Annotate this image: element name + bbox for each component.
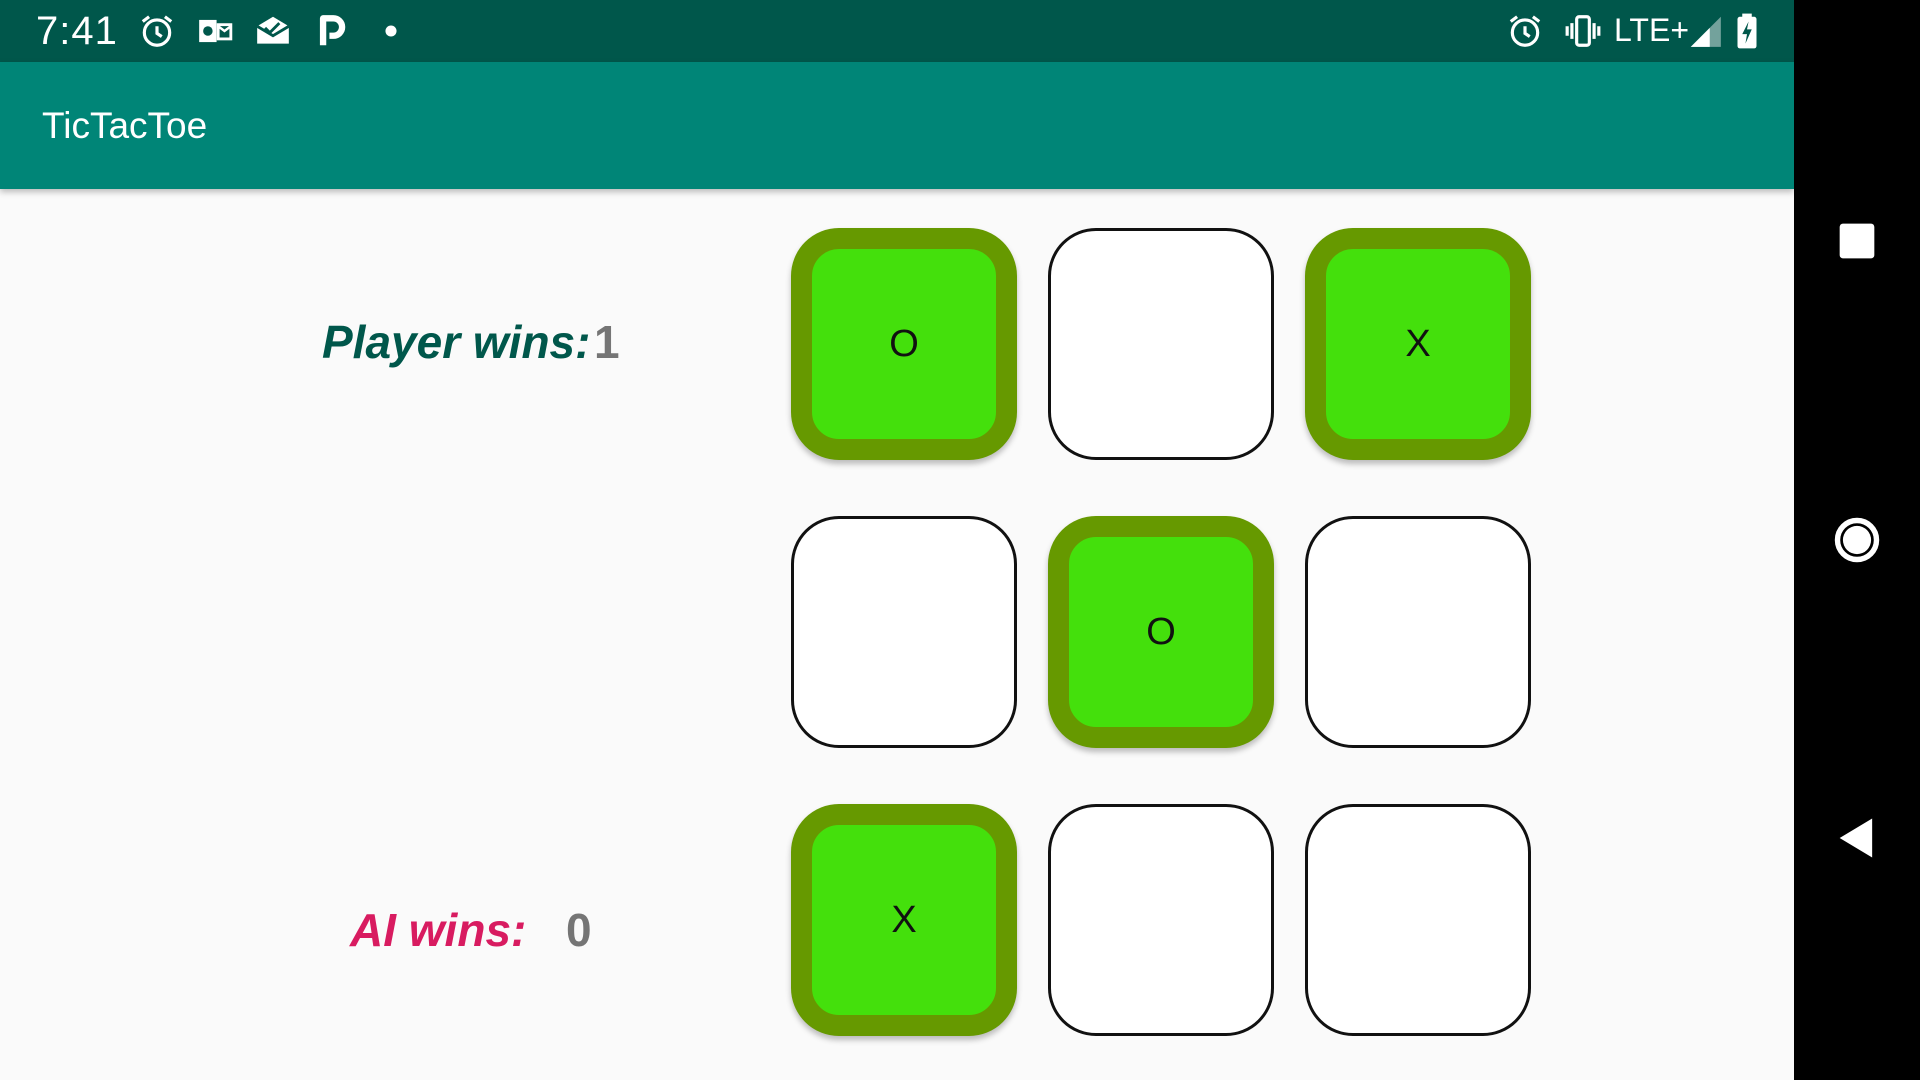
app-title: TicTacToe [42, 105, 208, 146]
board-cell-1[interactable]: O [791, 228, 1017, 460]
back-icon [1839, 818, 1873, 858]
status-bar: 7:41 LTE+ [0, 0, 1794, 62]
game-board: O X O X [791, 228, 1536, 1040]
navigation-bar [1794, 0, 1920, 1080]
outlook-icon [196, 12, 234, 50]
alarm-icon [138, 12, 176, 50]
board-cell-8[interactable] [1048, 804, 1274, 1036]
recents-icon [1839, 223, 1875, 259]
board-cell-3[interactable]: X [1305, 228, 1531, 460]
app-bar: TicTacToe [0, 62, 1794, 189]
signal-icon [1686, 12, 1724, 50]
network-type: LTE+ [1614, 12, 1689, 48]
board-cell-5[interactable]: O [1048, 516, 1274, 748]
board-cell-7[interactable]: X [791, 804, 1017, 1036]
board-cell-2[interactable] [1048, 228, 1274, 460]
ai-wins-value: 0 [566, 904, 592, 956]
home-button[interactable] [1831, 514, 1883, 566]
back-button[interactable] [1831, 812, 1883, 864]
board-cell-6[interactable] [1305, 516, 1531, 748]
vibrate-icon [1564, 12, 1602, 50]
alarm-icon-right [1506, 12, 1544, 50]
home-icon [1834, 517, 1880, 563]
app-screen: 7:41 LTE+ TicTacToe Player wins: 1 AI wi… [0, 0, 1794, 1080]
notification-dot-icon [372, 12, 410, 50]
recents-button[interactable] [1831, 215, 1883, 267]
board-cell-9[interactable] [1305, 804, 1531, 1036]
ai-wins-label: AI wins: [350, 904, 527, 956]
player-wins-value: 1 [594, 316, 620, 368]
status-time: 7:41 [36, 9, 118, 53]
battery-charging-icon [1728, 12, 1766, 50]
board-cell-4[interactable] [791, 516, 1017, 748]
player-wins-label: Player wins: [322, 316, 591, 368]
mail-icon [254, 12, 292, 50]
p-app-icon [312, 12, 350, 50]
